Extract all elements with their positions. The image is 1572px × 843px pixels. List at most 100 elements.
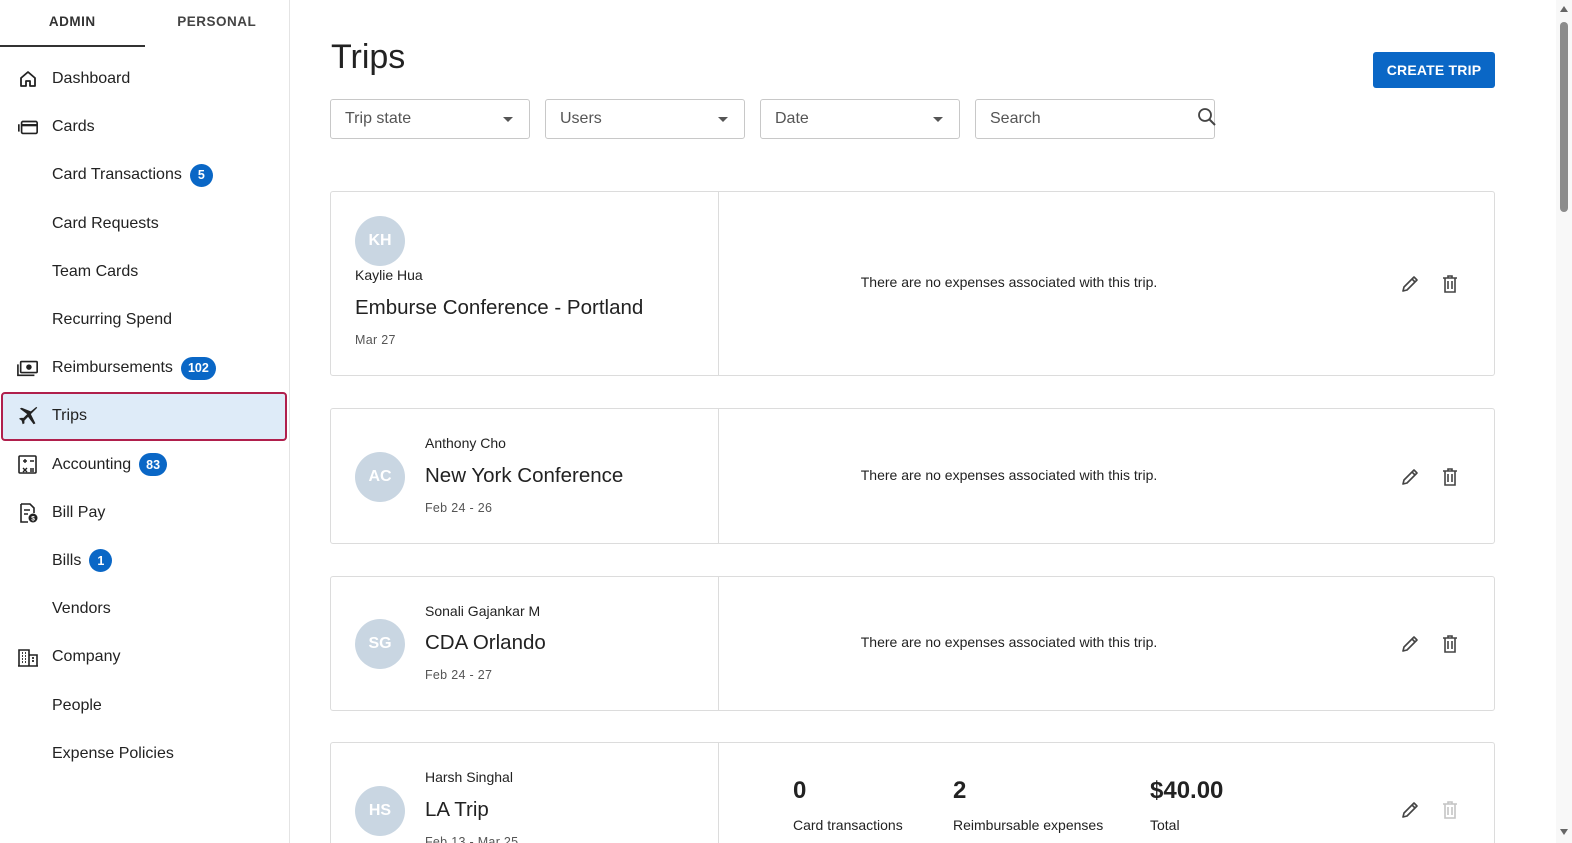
delete-icon[interactable] <box>1438 272 1462 296</box>
sidebar-item-dashboard[interactable]: Dashboard <box>0 55 289 103</box>
tab-admin[interactable]: ADMIN <box>0 0 145 47</box>
main-content: Trips CREATE TRIP Trip state Users Date … <box>291 0 1572 843</box>
trip-dates: Mar 27 <box>355 333 396 347</box>
stat-total: $40.00 Total <box>1150 777 1223 833</box>
sidebar-item-label: Reimbursements <box>52 359 173 377</box>
traveler-name: Sonali Gajankar M <box>425 603 541 619</box>
trip-expenses: There are no expenses associated with th… <box>719 409 1494 543</box>
trip-state-select[interactable]: Trip state <box>330 99 530 139</box>
sidebar-item-label: Trips <box>52 407 87 425</box>
create-trip-button[interactable]: CREATE TRIP <box>1373 52 1495 88</box>
trip-summary: KH Kaylie Hua Emburse Conference - Portl… <box>331 192 719 375</box>
page-title: Trips <box>331 38 406 76</box>
trip-name: CDA Orlando <box>425 631 546 654</box>
sidebar-item-label: Bills <box>52 551 82 569</box>
traveler-name: Anthony Cho <box>425 435 506 451</box>
users-select[interactable]: Users <box>545 99 745 139</box>
trip-name: Emburse Conference - Portland <box>355 296 644 319</box>
sidebar-item-accounting[interactable]: Accounting 83 <box>0 441 289 489</box>
no-expenses-message: There are no expenses associated with th… <box>860 467 1158 483</box>
trip-name: New York Conference <box>425 464 624 487</box>
bill-icon: $ <box>17 502 39 524</box>
search-box <box>975 99 1217 139</box>
sidebar-item-company[interactable]: Company <box>0 633 289 681</box>
stat-label: Reimbursable expenses <box>953 817 1104 833</box>
trip-expenses: There are no expenses associated with th… <box>719 192 1494 375</box>
caret-down-icon <box>933 116 943 122</box>
sidebar-item-label: Bill Pay <box>52 503 106 521</box>
trip-card[interactable]: SG Sonali Gajankar M CDA Orlando Feb 24 … <box>330 576 1495 711</box>
sidebar-item-label: Dashboard <box>52 70 131 88</box>
sidebar-item-recurring-spend[interactable]: Recurring Spend <box>0 296 289 344</box>
mode-tabs: ADMIN PERSONAL <box>0 0 289 47</box>
avatar: HS <box>355 786 405 836</box>
trip-card[interactable]: AC Anthony Cho New York Conference Feb 2… <box>330 408 1495 544</box>
stat-reimbursable-expenses: 2 Reimbursable expenses <box>953 777 1103 833</box>
edit-icon[interactable] <box>1398 272 1422 296</box>
traveler-name: Kaylie Hua <box>355 267 423 283</box>
sidebar-item-label: Accounting <box>52 455 132 473</box>
sidebar-item-label: Expense Policies <box>52 744 174 762</box>
delete-icon[interactable] <box>1438 632 1462 656</box>
sidebar-item-people[interactable]: People <box>0 681 289 729</box>
scroll-thumb[interactable] <box>1560 22 1568 212</box>
trip-dates: Feb 24 - 26 <box>425 501 493 515</box>
scroll-up-arrow-icon[interactable] <box>1560 6 1568 12</box>
trip-expenses: There are no expenses associated with th… <box>719 577 1494 710</box>
no-expenses-message: There are no expenses associated with th… <box>860 274 1158 290</box>
trip-summary: AC Anthony Cho New York Conference Feb 2… <box>331 409 719 543</box>
search-input[interactable] <box>990 110 1197 128</box>
delete-icon[interactable] <box>1438 465 1462 489</box>
sidebar-item-expense-policies[interactable]: Expense Policies <box>0 730 289 778</box>
cards-icon <box>17 116 39 138</box>
building-icon <box>17 646 39 668</box>
avatar: AC <box>355 452 405 502</box>
stat-label: Card transactions <box>793 817 903 833</box>
avatar: KH <box>355 216 405 266</box>
stat-value: 0 <box>793 777 807 804</box>
trip-card[interactable]: HS Harsh Singhal LA Trip Feb 13 - Mar 25… <box>330 742 1495 843</box>
scroll-down-arrow-icon[interactable] <box>1560 829 1568 835</box>
avatar: SG <box>355 619 405 669</box>
tab-personal[interactable]: PERSONAL <box>145 0 290 47</box>
sidebar-item-label: Company <box>52 648 121 666</box>
sidebar-nav: Dashboard Cards Card Transactions 5 Card… <box>0 55 289 778</box>
traveler-name: Harsh Singhal <box>425 769 513 785</box>
count-badge: 83 <box>139 453 168 477</box>
sidebar-item-cards[interactable]: Cards <box>0 103 289 151</box>
edit-icon[interactable] <box>1398 632 1422 656</box>
select-label: Users <box>560 110 602 127</box>
stat-label: Total <box>1150 817 1180 833</box>
sidebar-item-label: Card Transactions <box>52 166 182 184</box>
airplane-icon <box>18 405 40 427</box>
home-icon <box>17 68 39 90</box>
scrollbar[interactable] <box>1556 0 1572 843</box>
stat-value: $40.00 <box>1150 777 1224 804</box>
trip-card[interactable]: KH Kaylie Hua Emburse Conference - Portl… <box>330 191 1495 376</box>
sidebar-item-reimbursements[interactable]: Reimbursements 102 <box>0 344 289 392</box>
sidebar-item-card-transactions[interactable]: Card Transactions 5 <box>0 151 289 199</box>
trip-summary: HS Harsh Singhal LA Trip Feb 13 - Mar 25 <box>331 743 719 843</box>
sidebar-item-card-requests[interactable]: Card Requests <box>0 200 289 248</box>
trip-expenses: 0 Card transactions 2 Reimbursable expen… <box>719 743 1494 843</box>
no-expenses-message: There are no expenses associated with th… <box>860 634 1158 650</box>
svg-text:$: $ <box>31 515 35 522</box>
sidebar: ADMIN PERSONAL Dashboard Cards Card Tran… <box>0 0 290 843</box>
caret-down-icon <box>718 116 728 122</box>
sidebar-item-team-cards[interactable]: Team Cards <box>0 248 289 296</box>
sidebar-item-label: Recurring Spend <box>52 311 173 329</box>
sidebar-item-bills[interactable]: Bills 1 <box>0 537 289 585</box>
select-label: Date <box>775 110 809 127</box>
sidebar-item-label: Vendors <box>52 600 111 618</box>
sidebar-item-trips[interactable]: Trips <box>1 392 287 441</box>
caret-down-icon <box>503 116 513 122</box>
count-badge: 1 <box>89 549 113 573</box>
sidebar-item-bill-pay[interactable]: $ Bill Pay <box>0 489 289 537</box>
edit-icon[interactable] <box>1398 798 1422 822</box>
edit-icon[interactable] <box>1398 465 1422 489</box>
sidebar-item-vendors[interactable]: Vendors <box>0 585 289 633</box>
search-icon[interactable] <box>1197 107 1217 132</box>
sidebar-item-label: Card Requests <box>52 214 159 232</box>
calculator-icon <box>17 454 39 476</box>
date-select[interactable]: Date <box>760 99 960 139</box>
